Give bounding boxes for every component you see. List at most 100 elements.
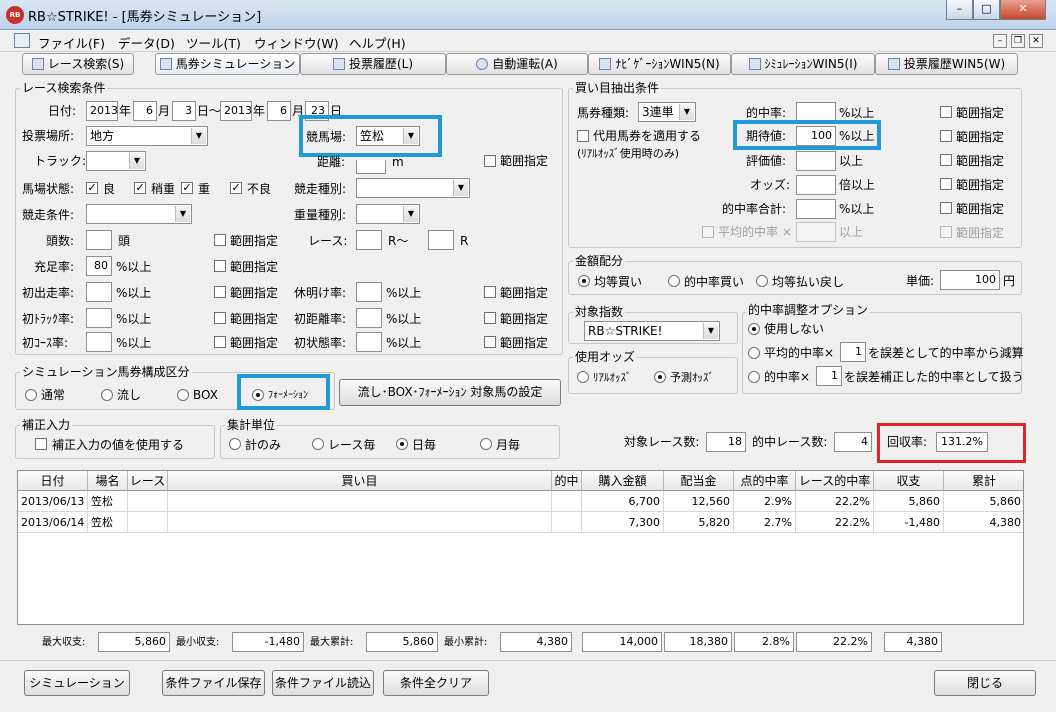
- avg-hit-field[interactable]: [796, 222, 836, 242]
- track-select[interactable]: ▼: [86, 151, 146, 171]
- table-cell[interactable]: 2013/06/14: [18, 512, 88, 533]
- hit-sum-range-checkbox[interactable]: [940, 202, 952, 214]
- table-cell[interactable]: 5,860: [944, 491, 1023, 512]
- tab-vote-history[interactable]: 投票履歴(L): [300, 53, 446, 75]
- tab-race-search[interactable]: レース検索(S): [22, 53, 134, 75]
- tab-ticket-simulation[interactable]: 馬券シミュレーション(B): [155, 53, 300, 91]
- col-header-hit[interactable]: 的中: [552, 471, 582, 491]
- from-year-field[interactable]: 2013: [86, 101, 118, 121]
- tab-history-win5[interactable]: 投票履歴WIN5(W): [875, 53, 1018, 75]
- from-day-field[interactable]: 3: [172, 101, 196, 121]
- target-horse-setting-button[interactable]: 流し･BOX･ﾌｫｰﾒｰｼｮﾝ 対象馬の設定: [339, 379, 561, 406]
- menu-window[interactable]: ウィンドウ(W): [254, 33, 339, 52]
- col-header-bets[interactable]: 買い目: [168, 471, 552, 491]
- eval-range-checkbox[interactable]: [940, 154, 952, 166]
- close-window-button[interactable]: ✕: [1000, 0, 1046, 20]
- alloc-hit-rate-radio[interactable]: [668, 275, 680, 287]
- debut-rate-field[interactable]: [86, 282, 112, 302]
- maximize-button[interactable]: □: [973, 0, 1000, 20]
- col-header-date[interactable]: 日付: [18, 471, 88, 491]
- condition-slightly-heavy-checkbox[interactable]: ✓: [134, 182, 146, 194]
- col-header-balance[interactable]: 収支: [874, 471, 944, 491]
- simulate-button[interactable]: シミュレーション: [24, 670, 130, 696]
- first-distance-range-checkbox[interactable]: [484, 312, 496, 324]
- table-cell[interactable]: 5,860: [874, 491, 944, 512]
- distance-range-checkbox[interactable]: [484, 155, 496, 167]
- comp-nagashi-radio[interactable]: [101, 389, 113, 401]
- table-cell[interactable]: 6,700: [582, 491, 664, 512]
- first-distance-rate-field[interactable]: [356, 308, 382, 328]
- table-cell[interactable]: 7,300: [582, 512, 664, 533]
- table-cell[interactable]: 22.2%: [796, 491, 874, 512]
- rest-range-checkbox[interactable]: [484, 286, 496, 298]
- table-cell[interactable]: 22.2%: [796, 512, 874, 533]
- to-month-field[interactable]: 6: [267, 101, 291, 121]
- fill-range-checkbox[interactable]: [214, 260, 226, 272]
- menu-data[interactable]: データ(D): [118, 33, 175, 52]
- target-index-select[interactable]: RB☆STRIKE! ▼: [584, 321, 720, 341]
- from-month-field[interactable]: 6: [133, 101, 157, 121]
- col-header-venue[interactable]: 場名: [88, 471, 128, 491]
- table-cell[interactable]: 2.9%: [734, 491, 796, 512]
- close-button[interactable]: 閉じる: [934, 670, 1036, 696]
- head-count-field[interactable]: [86, 230, 112, 250]
- ticket-type-select[interactable]: 3連単 ▼: [638, 102, 696, 122]
- distance-field[interactable]: [356, 160, 386, 174]
- col-header-payout[interactable]: 配当金: [664, 471, 734, 491]
- rest-rate-field[interactable]: [356, 282, 382, 302]
- first-course-range-checkbox[interactable]: [214, 336, 226, 348]
- tab-navigation-win5[interactable]: ﾅﾋﾞｹﾞｰｼｮﾝWIN5(N): [588, 53, 731, 75]
- menu-file[interactable]: ファイル(F): [38, 33, 105, 52]
- comp-formation-radio[interactable]: [252, 389, 264, 401]
- table-cell[interactable]: [168, 491, 552, 512]
- condition-bad-checkbox[interactable]: ✓: [230, 182, 242, 194]
- results-table[interactable]: 日付 場名 レース 買い目 的中 購入金額 配当金 点的中率 レース的中率 収支…: [17, 470, 1024, 625]
- table-cell[interactable]: 2013/06/13: [18, 491, 88, 512]
- alloc-equal-buy-radio[interactable]: [578, 275, 590, 287]
- col-header-race-hit[interactable]: レース的中率: [796, 471, 874, 491]
- hit-adjust-correct-radio[interactable]: [748, 371, 760, 383]
- first-state-range-checkbox[interactable]: [484, 336, 496, 348]
- venue-select[interactable]: 地方 ▼: [86, 126, 208, 146]
- clear-conditions-button[interactable]: 条件全クリア: [383, 670, 489, 696]
- hit-adjust-none-radio[interactable]: [748, 323, 760, 335]
- real-odds-radio[interactable]: [577, 371, 589, 383]
- table-cell[interactable]: 笠松: [88, 512, 128, 533]
- condition-heavy-checkbox[interactable]: ✓: [181, 182, 193, 194]
- table-cell[interactable]: 4,380: [944, 512, 1023, 533]
- odds-field[interactable]: [796, 175, 836, 195]
- minimize-button[interactable]: –: [946, 0, 973, 20]
- hit-rate-field[interactable]: [796, 102, 836, 122]
- hit-adjust-correct-field[interactable]: 1: [816, 366, 842, 386]
- table-cell[interactable]: [168, 512, 552, 533]
- head-range-checkbox[interactable]: [214, 234, 226, 246]
- load-conditions-button[interactable]: 条件ファイル読込: [272, 670, 374, 696]
- debut-range-checkbox[interactable]: [214, 286, 226, 298]
- hit-rate-range-checkbox[interactable]: [940, 106, 952, 118]
- agg-total-radio[interactable]: [229, 438, 241, 450]
- alloc-equal-payout-radio[interactable]: [756, 275, 768, 287]
- avg-hit-range-checkbox[interactable]: [940, 226, 952, 238]
- mdi-close-button[interactable]: ✕: [1029, 34, 1043, 48]
- condition-good-checkbox[interactable]: ✓: [86, 182, 98, 194]
- table-cell[interactable]: 12,560: [664, 491, 734, 512]
- table-cell[interactable]: [552, 512, 582, 533]
- agg-month-radio[interactable]: [480, 438, 492, 450]
- mdi-minimize-button[interactable]: –: [993, 34, 1007, 48]
- substitute-ticket-checkbox[interactable]: [577, 130, 589, 142]
- fill-rate-field[interactable]: 80: [86, 256, 112, 276]
- odds-range-checkbox[interactable]: [940, 178, 952, 190]
- first-track-range-checkbox[interactable]: [214, 312, 226, 324]
- col-header-purchase[interactable]: 購入金額: [582, 471, 664, 491]
- tab-simulation-win5[interactable]: ｼﾐｭﾚｰｼｮﾝWIN5(I): [731, 53, 875, 75]
- save-conditions-button[interactable]: 条件ファイル保存: [162, 670, 265, 696]
- hit-sum-field[interactable]: [796, 199, 836, 219]
- hit-adjust-subtract-radio[interactable]: [748, 347, 760, 359]
- col-header-race[interactable]: レース: [128, 471, 168, 491]
- use-correction-checkbox[interactable]: [35, 438, 47, 450]
- table-cell[interactable]: 笠松: [88, 491, 128, 512]
- track-name-select[interactable]: 笠松 ▼: [356, 126, 420, 146]
- mdi-document-icon[interactable]: [14, 33, 30, 48]
- table-cell[interactable]: [128, 491, 168, 512]
- tab-auto-run[interactable]: 自動運転(A): [446, 53, 588, 75]
